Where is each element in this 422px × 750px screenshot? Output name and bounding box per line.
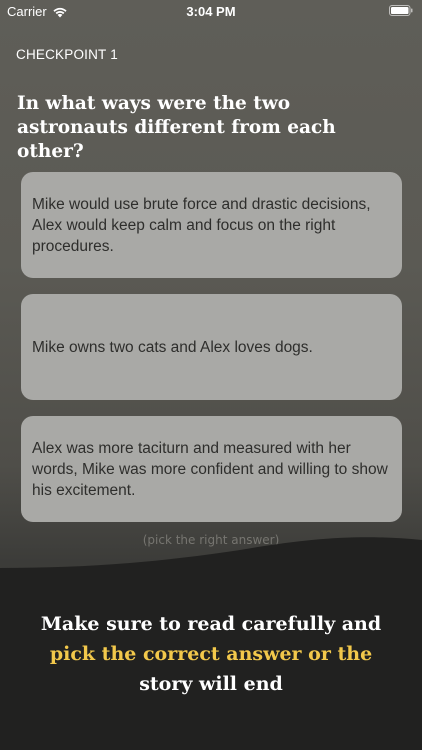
notice-line-1: Make sure to read carefully and <box>40 613 382 635</box>
answer-option-3[interactable]: Alex was more taciturn and measured with… <box>21 416 402 522</box>
question-title: In what ways were the two astronauts dif… <box>17 93 336 162</box>
notice-line-3: story will end <box>139 673 283 695</box>
wave-divider <box>0 537 422 580</box>
answer-option-1-text: Mike would use brute force and drastic d… <box>32 195 371 255</box>
status-time: 3:04 PM <box>186 4 236 19</box>
answer-option-2[interactable]: Mike owns two cats and Alex loves dogs. <box>21 294 402 400</box>
answer-option-3-text: Alex was more taciturn and measured with… <box>32 439 388 499</box>
battery-icon <box>389 5 413 16</box>
answer-option-2-text: Mike owns two cats and Alex loves dogs. <box>32 338 313 356</box>
answer-option-1[interactable]: Mike would use brute force and drastic d… <box>21 172 402 278</box>
status-bar: Carrier 3:04 PM <box>0 0 422 24</box>
notice-line-2-highlight: pick the correct answer or the <box>49 643 373 665</box>
checkpoint-screen: Carrier 3:04 PM CHECKPOINT 1 In what way… <box>0 0 422 750</box>
checkpoint-label: CHECKPOINT 1 <box>16 47 118 62</box>
notice-message: Make sure to read carefully and pick the… <box>0 609 422 699</box>
